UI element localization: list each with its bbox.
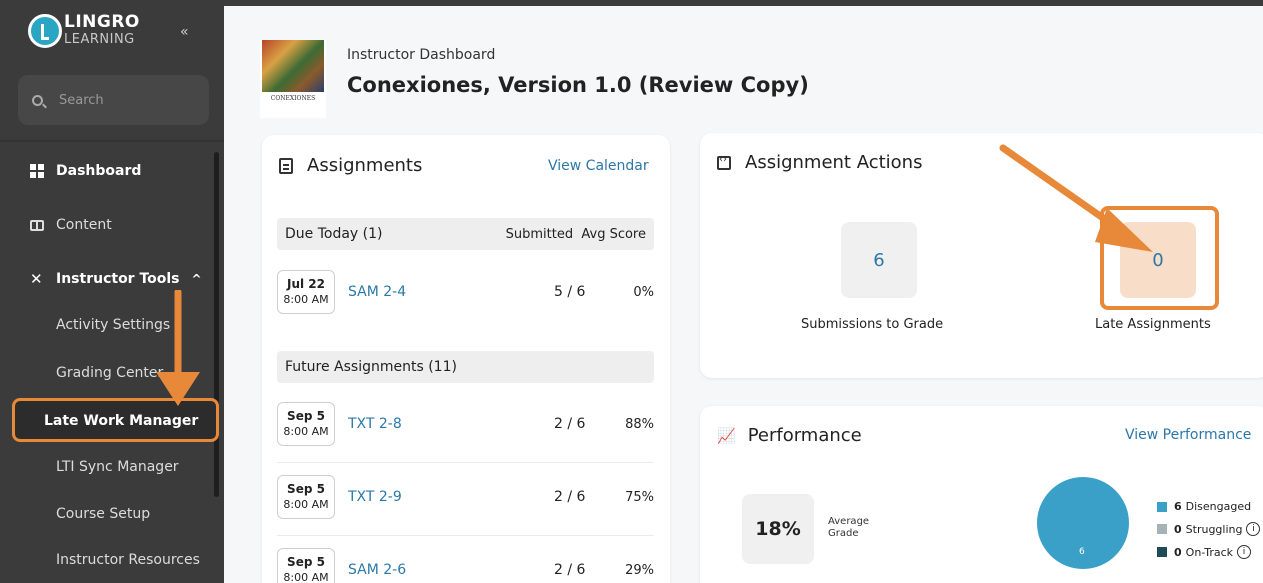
date-time: 8:00 AM <box>283 571 329 583</box>
sidebar-item-course-setup[interactable]: Course Setup <box>56 506 150 522</box>
date-time: 8:00 AM <box>283 293 329 306</box>
sidebar-item-content[interactable]: Content <box>30 217 112 233</box>
chart-icon: 📈 <box>717 426 736 445</box>
assignment-link[interactable]: TXT 2-9 <box>348 489 402 505</box>
pie-slice-label: 6 <box>1079 547 1085 557</box>
legend-swatch <box>1157 547 1167 557</box>
future-assignments-header: Future Assignments (11) <box>277 351 654 383</box>
page-title: Conexiones, Version 1.0 (Review Copy) <box>347 73 809 97</box>
page-subtitle: Instructor Dashboard <box>347 47 496 63</box>
sidebar-item-late-work-manager[interactable]: Late Work Manager <box>44 413 198 429</box>
book-icon <box>30 219 44 231</box>
performance-title: 📈 Performance <box>717 425 862 446</box>
submissions-to-grade-label: Submissions to Grade <box>801 317 944 332</box>
sidebar-item-label: Dashboard <box>56 163 142 179</box>
sidebar-item-grading-center[interactable]: Grading Center <box>56 365 163 381</box>
code-icon <box>717 154 731 170</box>
future-label: Future Assignments <box>285 359 424 375</box>
col-submitted: Submitted <box>505 227 574 242</box>
date-day: Sep 5 <box>287 555 325 569</box>
sidebar-item-activity-settings[interactable]: Activity Settings <box>56 317 170 333</box>
date-day: Sep 5 <box>287 482 325 496</box>
legend-label: Struggling <box>1185 522 1243 536</box>
search-placeholder: Search <box>59 92 104 108</box>
info-icon[interactable]: i <box>1246 522 1261 536</box>
book-cover-title: CONEXIONES <box>270 95 316 102</box>
legend-swatch <box>1157 524 1167 534</box>
assignment-avg: 0% <box>633 285 654 300</box>
legend-count: 6 <box>1174 500 1182 513</box>
sidebar-item-lti-sync-manager[interactable]: LTI Sync Manager <box>56 459 179 475</box>
legend-label: On-Track <box>1185 545 1234 559</box>
assignment-avg: 75% <box>625 490 654 505</box>
assignments-title: Assignments <box>279 155 422 176</box>
submissions-to-grade-button[interactable]: 6 <box>841 222 917 298</box>
legend-on-track: 0 On-Track i <box>1157 545 1252 559</box>
average-grade-value: 18% <box>742 494 814 564</box>
legend-struggling: 0 Struggling i <box>1157 522 1261 536</box>
lingro-logo[interactable]: LINGRO LEARNING <box>28 14 140 48</box>
info-icon[interactable]: i <box>1237 545 1252 559</box>
sidebar-item-instructor-tools[interactable]: ✕ Instructor Tools ^ <box>30 271 202 287</box>
sidebar-item-instructor-resources[interactable]: Instructor Resources <box>56 552 200 568</box>
legend-count: 0 <box>1174 545 1182 559</box>
book-cover-image <box>262 40 324 92</box>
sidebar-item-label: Content <box>56 217 112 233</box>
col-avg-score: Avg Score <box>581 227 646 242</box>
assignment-actions-title: Assignment Actions <box>717 152 922 173</box>
assignment-actions-title-text: Assignment Actions <box>745 152 923 173</box>
date-badge: Sep 5 8:00 AM <box>277 402 335 446</box>
row-divider <box>277 535 654 536</box>
legend-label: Disengaged <box>1185 500 1252 513</box>
logo-line1: LINGRO <box>64 12 140 32</box>
assignment-link[interactable]: SAM 2-4 <box>348 284 406 300</box>
date-day: Sep 5 <box>287 409 325 423</box>
logo-line2: LEARNING <box>64 32 135 47</box>
course-book-cover: CONEXIONES <box>260 40 326 118</box>
date-badge: Jul 22 8:00 AM <box>277 270 335 314</box>
due-today-count: (1) <box>362 226 383 242</box>
assignments-title-text: Assignments <box>307 155 423 176</box>
date-badge: Sep 5 8:00 AM <box>277 548 335 583</box>
legend-disengaged: 6 Disengaged <box>1157 500 1251 513</box>
sidebar-scrollbar[interactable] <box>214 152 219 497</box>
dashboard-icon <box>30 164 44 178</box>
assignment-submitted: 5 / 6 <box>554 284 586 300</box>
late-assignments-label: Late Assignments <box>1095 317 1211 332</box>
assignment-submitted: 2 / 6 <box>554 489 586 505</box>
search-icon <box>32 94 43 106</box>
date-time: 8:00 AM <box>283 498 329 511</box>
sidebar-item-label: Instructor Tools <box>56 271 180 287</box>
performance-title-text: Performance <box>747 425 862 446</box>
assignment-avg: 29% <box>625 563 654 578</box>
sidebar: LINGRO LEARNING « Search Dashboard Conte… <box>0 0 224 583</box>
assignment-link[interactable]: SAM 2-6 <box>348 562 406 578</box>
assignment-avg: 88% <box>625 417 654 432</box>
date-badge: Sep 5 8:00 AM <box>277 475 335 519</box>
average-grade-label: Average Grade <box>828 516 870 539</box>
clipboard-icon <box>279 157 293 174</box>
late-assignments-highlight <box>1100 206 1219 310</box>
date-time: 8:00 AM <box>283 425 329 438</box>
row-divider <box>277 462 654 463</box>
due-today-header: Due Today (1) Submitted Avg Score <box>277 218 654 250</box>
tools-icon: ✕ <box>30 270 43 288</box>
assignment-submitted: 2 / 6 <box>554 416 586 432</box>
future-count: (11) <box>428 359 457 375</box>
assignment-link[interactable]: TXT 2-8 <box>348 416 402 432</box>
legend-swatch <box>1157 501 1167 512</box>
legend-count: 0 <box>1174 522 1182 536</box>
sidebar-divider <box>0 140 224 142</box>
view-calendar-link[interactable]: View Calendar <box>548 158 649 174</box>
date-day: Jul 22 <box>287 277 325 291</box>
logo-mark-icon <box>28 14 62 48</box>
due-today-label: Due Today <box>285 226 359 242</box>
search-input[interactable]: Search <box>18 75 209 125</box>
view-performance-link[interactable]: View Performance <box>1125 427 1251 443</box>
chevron-up-icon: ^ <box>191 272 202 286</box>
assignment-submitted: 2 / 6 <box>554 562 586 578</box>
collapse-sidebar-icon[interactable]: « <box>180 24 189 40</box>
sidebar-item-dashboard[interactable]: Dashboard <box>30 163 141 179</box>
